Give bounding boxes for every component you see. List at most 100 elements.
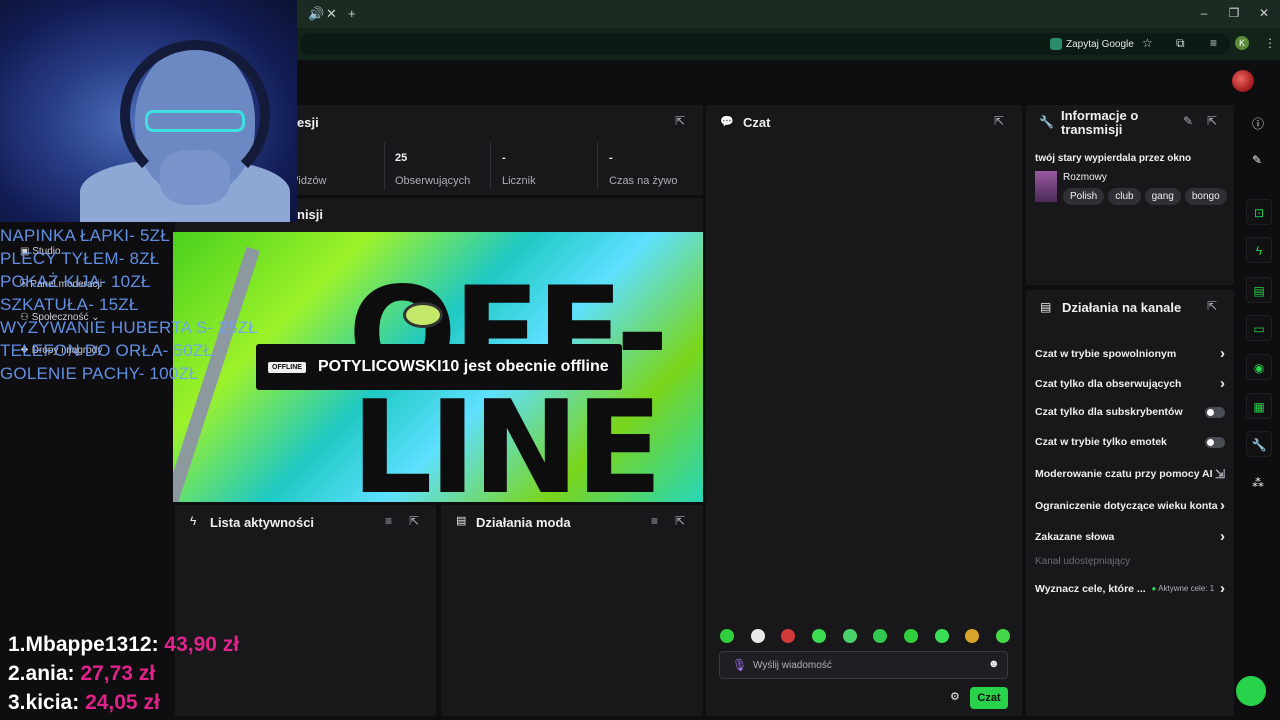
chat-send-button[interactable]: Czat [970, 687, 1008, 709]
goals-label: Wyznacz cele, które ... [1035, 582, 1146, 595]
leaderboard-entry: 3.kicia: 24,05 zł [8, 688, 239, 717]
emote-only-toggle[interactable] [1205, 436, 1225, 448]
emote-icon[interactable] [750, 629, 765, 643]
microphone-icon[interactable]: 🎙 [732, 658, 747, 672]
chat-title: Czat [743, 115, 771, 130]
price-item: WYZYWANIE HUBERTA S- 25ZŁ [0, 318, 258, 337]
offline-badge: OFFLINE [268, 361, 306, 373]
tab-close-icon[interactable]: ✕ [326, 6, 337, 22]
document-icon[interactable]: ▤ [1246, 277, 1272, 303]
ai-moderation-row[interactable]: Moderowanie czatu przy pomocy AI ⇲ [1035, 467, 1225, 481]
emote-icon[interactable] [873, 629, 888, 643]
help-button[interactable] [1236, 676, 1266, 706]
ask-google-button[interactable]: Zapytaj Google [1050, 36, 1134, 52]
subs-only-toggle[interactable] [1205, 406, 1225, 418]
media-controls-icon[interactable]: ≡ [1210, 36, 1217, 50]
info-icon[interactable]: ⓘ [1252, 115, 1264, 132]
shared-channel-label: Kanał udostępniający [1035, 556, 1131, 567]
edit-pencil-icon[interactable]: ✎ [1183, 114, 1193, 128]
price-item: PLECY TYŁEM- 8ZŁ [0, 249, 160, 268]
tag[interactable]: bongo [1184, 188, 1227, 205]
quick-action-icon[interactable]: ⊡ [1246, 199, 1272, 225]
chat-icon[interactable]: ▭ [1246, 315, 1272, 341]
channel-actions-title: Działania na kanale [1062, 300, 1182, 315]
popout-icon[interactable]: ⇱ [994, 114, 1004, 128]
browser-menu-icon[interactable]: ⋮ [1264, 36, 1276, 50]
emote-icon[interactable] [903, 629, 918, 643]
profile-button[interactable]: K [1235, 36, 1249, 50]
restore-button[interactable]: ❐ [1219, 6, 1249, 20]
info-panel-title: Informacje o transmisji [1061, 108, 1139, 137]
extensions-icon[interactable]: ⁂ [1252, 476, 1264, 490]
layout-icon[interactable]: ▦ [1246, 393, 1272, 419]
subs-only-row: Czat tylko dla subskrybentów [1035, 406, 1225, 418]
tag[interactable]: gang [1144, 188, 1181, 205]
activity-panel-title: Lista aktywności [210, 515, 315, 530]
minimize-button[interactable]: – [1189, 6, 1219, 20]
edit-icon[interactable]: ✎ [1252, 153, 1262, 167]
goals-row[interactable]: Wyznacz cele, które ... ● Aktywne cele: … [1035, 580, 1225, 597]
popout-icon[interactable]: ⇱ [675, 514, 685, 528]
popout-icon[interactable]: ⇱ [409, 514, 419, 528]
donation-amount: 24,05 zł [85, 691, 160, 714]
emote-icon[interactable] [720, 629, 734, 643]
broadcast-icon[interactable]: ◉ [1246, 354, 1272, 380]
window-close-button[interactable]: ✕ [1249, 6, 1279, 20]
emote-icon[interactable] [781, 629, 796, 643]
emote-icon[interactable] [965, 629, 980, 643]
rank: 3. [8, 691, 26, 714]
slow-mode-row[interactable]: Czat w trybie spowolnionym › [1035, 345, 1225, 362]
live-time-value: - [609, 152, 613, 164]
emote-icon[interactable] [934, 629, 949, 643]
new-tab-button[interactable]: + [348, 6, 356, 21]
street-lamp [403, 302, 443, 328]
stats-panel-title: esji [297, 115, 319, 130]
stream-title: twój stary wypierdala przez okno [1035, 153, 1192, 164]
donor-name: kicia: [25, 691, 80, 714]
filter-icon[interactable]: ≡ [385, 514, 392, 528]
chevron-right-icon: › [1220, 528, 1225, 545]
divider [490, 142, 491, 190]
popout-icon[interactable]: ⇱ [675, 114, 685, 128]
goals-status-text: Aktywne cele: 1 [1158, 584, 1215, 593]
chat-settings-gear-icon[interactable]: ⚙ [950, 690, 960, 703]
external-link-icon: ⇲ [1214, 467, 1225, 481]
donor-name: Mbappe1312: [25, 633, 159, 656]
wrench-icon[interactable]: 🔧 [1246, 431, 1272, 457]
followers-label: Obserwujących [395, 175, 471, 187]
emote-icon[interactable] [842, 629, 857, 643]
divider [597, 142, 598, 190]
action-label: Zakazane słowa [1035, 530, 1115, 543]
donation-amount: 27,73 zł [80, 662, 156, 685]
followers-only-row[interactable]: Czat tylko dla obserwujących › [1035, 375, 1225, 392]
subs-value: - [502, 152, 506, 164]
popout-icon[interactable]: ⇱ [1207, 114, 1217, 128]
speaker-icon[interactable]: 🔊 [308, 6, 324, 22]
chevron-right-icon: › [1220, 345, 1225, 362]
action-label: Moderowanie czatu przy pomocy AI [1035, 468, 1213, 480]
tag-list: Polish club gang bongo [1063, 188, 1231, 205]
tag[interactable]: Polish [1063, 188, 1105, 205]
filter-icon[interactable]: ≡ [651, 514, 658, 528]
price-item: NAPINKA ŁAPKI- 5ZŁ [0, 226, 170, 245]
tag[interactable]: club [1108, 188, 1141, 205]
banned-words-row[interactable]: Zakazane słowa › [1035, 528, 1225, 545]
action-label: Czat tylko dla subskrybentów [1035, 406, 1183, 418]
emote-icon[interactable] [995, 629, 1010, 643]
popout-icon[interactable]: ⇱ [1207, 299, 1217, 313]
emote-picker-icon[interactable]: ☻ [988, 658, 1000, 670]
chevron-right-icon: › [1220, 497, 1225, 514]
extensions-icon[interactable]: ⧉ [1176, 36, 1185, 51]
lightning-icon[interactable]: ϟ [1246, 237, 1272, 263]
bookmark-star-icon[interactable]: ☆ [1142, 36, 1153, 50]
preview-panel-title: nisji [297, 207, 324, 222]
document-icon: ▤ [456, 515, 467, 527]
user-avatar[interactable] [1232, 70, 1254, 92]
chat-input-placeholder: Wyślij wiadomość [753, 660, 832, 671]
account-age-row[interactable]: Ograniczenie dotyczące wieku konta › [1035, 497, 1225, 514]
emote-icon[interactable] [811, 629, 826, 643]
chat-input[interactable]: 🎙 Wyślij wiadomość ☻ [719, 651, 1008, 679]
donation-amount: 43,90 zł [164, 633, 240, 656]
subs-label: Licznik subskrypcji [502, 175, 556, 188]
action-label: Ograniczenie dotyczące wieku konta [1035, 499, 1218, 512]
